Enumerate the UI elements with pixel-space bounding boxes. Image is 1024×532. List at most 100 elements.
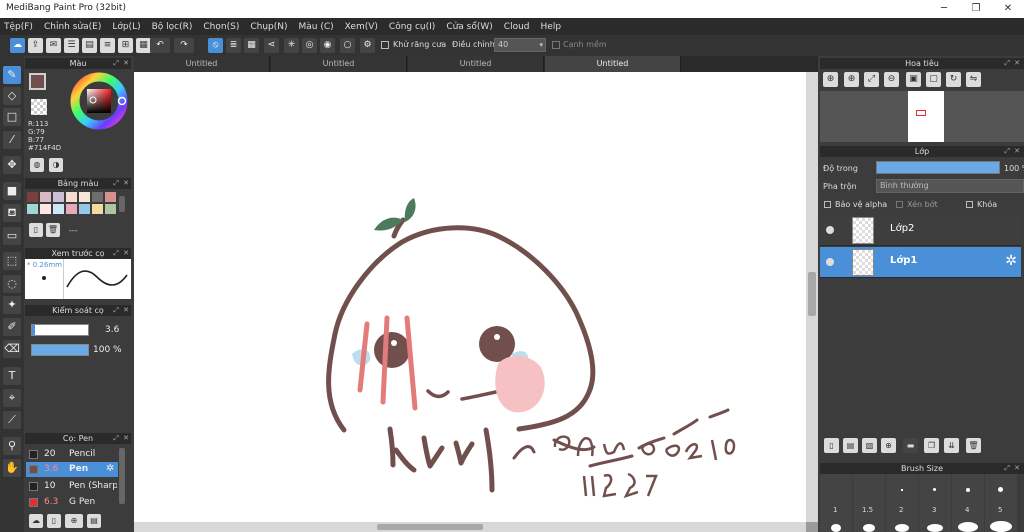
menu-select[interactable]: Chọn(S)	[203, 22, 239, 32]
snap-grid-icon[interactable]: ▦	[244, 38, 259, 53]
palette-swatch[interactable]	[40, 204, 51, 214]
brush-list-scrollbar[interactable]	[119, 448, 125, 504]
brush-cloud-icon[interactable]: ☁	[29, 514, 43, 528]
operation-tool-icon[interactable]: ⌖	[3, 389, 21, 407]
panel-popout-icon[interactable]: ⤢	[113, 433, 119, 444]
horizontal-scroll-thumb[interactable]	[377, 524, 483, 530]
panel-popout-icon[interactable]: ⤢	[113, 58, 119, 69]
brush-size-cell-2[interactable]: 2	[886, 474, 918, 532]
layer-row-lop1[interactable]: Lớp1 ✲	[820, 247, 1021, 278]
magic-wand-tool-icon[interactable]: ✦	[3, 296, 21, 314]
brush-row-pen[interactable]: 3.6 Pen ✲	[26, 462, 118, 477]
visibility-icon[interactable]	[826, 226, 834, 234]
menu-help[interactable]: Help	[541, 22, 562, 32]
antialias-checkbox[interactable]	[381, 41, 389, 49]
blend-mode-select[interactable]: Bình thường	[876, 179, 1024, 193]
zoom-in-icon[interactable]: ⊕	[844, 72, 859, 87]
brush-size-cell-1[interactable]: 1	[820, 474, 852, 532]
cloud-icon[interactable]: ☁	[10, 38, 25, 53]
new-layer-1bit-icon[interactable]: ▧	[862, 438, 877, 453]
menu-layer[interactable]: Lớp(L)	[112, 22, 140, 32]
palette-swatch[interactable]	[27, 204, 38, 214]
foreground-color-swatch[interactable]	[29, 73, 46, 90]
palette-swatch[interactable]	[105, 204, 116, 214]
tab-untitled-4[interactable]: Untitled	[545, 56, 681, 72]
menu-snap[interactable]: Chụp(N)	[250, 22, 287, 32]
snap-ellipse-icon[interactable]: ○	[340, 38, 355, 53]
zoom-in-icon[interactable]: ⊕	[823, 72, 838, 87]
palette-swatch[interactable]	[66, 192, 77, 202]
close-icon[interactable]: ✕	[1001, 2, 1015, 16]
gradient-tool-icon[interactable]: ▭	[3, 227, 21, 245]
brush-size-cell-3[interactable]: 3	[919, 474, 951, 532]
snap-perspective-icon[interactable]: ⋖	[264, 38, 279, 53]
layer-row-lop2[interactable]: Lớp2	[820, 215, 1021, 246]
brush-opacity-slider[interactable]	[31, 344, 89, 356]
panel-popout-icon[interactable]: ⤢	[1004, 463, 1010, 474]
zoom-out-icon[interactable]: ⊖	[884, 72, 899, 87]
panel-close-icon[interactable]: ✕	[1014, 146, 1020, 157]
list-icon[interactable]: ≡	[100, 38, 115, 53]
gear-icon[interactable]: ✲	[106, 463, 114, 474]
panel-close-icon[interactable]: ✕	[1014, 58, 1020, 69]
fill-rect-tool-icon[interactable]: ■	[3, 182, 21, 200]
panel-popout-icon[interactable]: ⤢	[1004, 58, 1010, 69]
palette-icon[interactable]: ◍	[30, 158, 44, 172]
actual-size-icon[interactable]: ▣	[906, 72, 921, 87]
panel-popout-icon[interactable]: ⤢	[113, 248, 119, 259]
add-brush-icon[interactable]: ⊕	[65, 514, 83, 528]
select-pen-tool-icon[interactable]: ✐	[3, 318, 21, 336]
panel-close-icon[interactable]: ✕	[123, 305, 129, 316]
panel-close-icon[interactable]: ✕	[123, 248, 129, 259]
visibility-icon[interactable]	[826, 258, 834, 266]
palette-swatch[interactable]	[53, 192, 64, 202]
panel-close-icon[interactable]: ✕	[123, 58, 129, 69]
brush-size-cell-5[interactable]: 5	[985, 474, 1017, 532]
delete-palette-icon[interactable]: 🗑	[46, 223, 60, 237]
select-eraser-tool-icon[interactable]: ⌫	[3, 340, 21, 358]
shape-tool-icon[interactable]: □	[3, 108, 21, 126]
gear-icon[interactable]: ✲	[1005, 253, 1017, 269]
palette-swatch[interactable]	[105, 192, 116, 202]
navigator-preview[interactable]	[820, 91, 1024, 142]
brush-size-slider[interactable]	[31, 324, 89, 336]
fit-window-icon[interactable]: ▢	[926, 72, 941, 87]
menu-file[interactable]: Tệp(F)	[4, 22, 33, 32]
brush-row-pencil[interactable]: 20 Pencil	[26, 447, 118, 462]
move-tool-icon[interactable]: ✥	[3, 156, 21, 174]
layer-opacity-slider[interactable]	[876, 161, 1000, 174]
tab-untitled-3[interactable]: Untitled	[408, 56, 544, 72]
merge-layer-icon[interactable]: ⇊	[944, 438, 959, 453]
snap-off-icon[interactable]: ⦸	[208, 38, 223, 53]
menu-cloud[interactable]: Cloud	[504, 22, 530, 32]
lasso-tool-icon[interactable]: ◌	[3, 275, 21, 293]
color-wheel[interactable]	[69, 71, 129, 131]
menu-edit[interactable]: Chỉnh sửa(E)	[44, 22, 101, 32]
snap-settings-icon[interactable]: ⚙	[360, 38, 375, 53]
panel-close-icon[interactable]: ✕	[123, 178, 129, 189]
color-picker-icon[interactable]: ◑	[49, 158, 63, 172]
text-tool-icon[interactable]: T	[3, 367, 21, 385]
undo-icon[interactable]: ↶	[150, 38, 170, 53]
brush-settings-icon[interactable]: ▤	[87, 514, 101, 528]
snap-curve-icon[interactable]: ◉	[320, 38, 335, 53]
grid-icon[interactable]: ▦	[136, 38, 151, 53]
lock-checkbox[interactable]	[966, 201, 973, 208]
new-palette-icon[interactable]: ▯	[29, 223, 43, 237]
delete-layer-icon[interactable]: 🗑	[966, 438, 981, 453]
panel-popout-icon[interactable]: ⤢	[113, 178, 119, 189]
vertical-scrollbar[interactable]	[806, 72, 818, 522]
vertical-scroll-thumb[interactable]	[808, 272, 816, 316]
restore-icon[interactable]: ❐	[969, 2, 983, 16]
brush-row-pen-sharp[interactable]: 10 Pen (Sharp)	[26, 479, 118, 494]
flip-icon[interactable]: ⇋	[966, 72, 981, 87]
tab-untitled-2[interactable]: Untitled	[271, 56, 407, 72]
brush-row-g-pen[interactable]: 6.3 G Pen	[26, 495, 118, 510]
menu-color[interactable]: Màu (C)	[299, 22, 334, 32]
divide-tool-icon[interactable]: ⟋	[3, 411, 21, 429]
palette-swatch[interactable]	[92, 192, 103, 202]
chat-icon[interactable]: ☰	[64, 38, 79, 53]
palette-swatch[interactable]	[79, 204, 90, 214]
tab-untitled-1[interactable]: Untitled	[134, 56, 270, 72]
palette-swatch[interactable]	[40, 192, 51, 202]
